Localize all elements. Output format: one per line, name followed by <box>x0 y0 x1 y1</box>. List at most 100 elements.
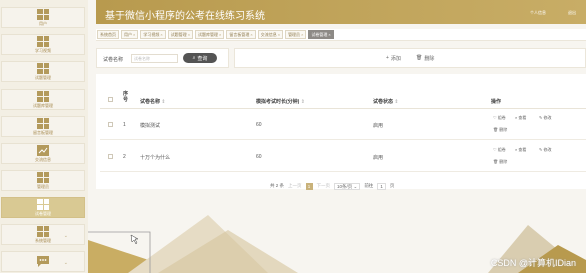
sidebar-item-label: 留言板管理 <box>33 129 53 135</box>
column-header-name[interactable]: 试卷名称 ⇕ <box>140 98 166 105</box>
row-status: 启用 <box>373 155 384 161</box>
select-all-checkbox[interactable] <box>108 97 113 102</box>
tab-exchange[interactable]: 交流信息× <box>257 30 284 39</box>
sidebar-item-chat[interactable]: ⌄ <box>1 251 85 272</box>
compose-button[interactable]: ♡ 组卷 <box>493 147 506 153</box>
grid-icon <box>37 62 49 74</box>
user-info-link[interactable]: 个人信息 <box>530 10 546 16</box>
row-duration: 60 <box>256 154 262 160</box>
row-checkbox[interactable] <box>108 122 113 127</box>
watermark-text: CSDN @计算机IDian <box>490 258 576 268</box>
search-button[interactable]: ⌕ 查询 <box>183 53 217 63</box>
page-size-value: 10条/页 <box>337 183 353 189</box>
close-icon[interactable]: × <box>328 32 330 37</box>
prev-page-button[interactable]: 上一页 <box>288 183 302 189</box>
sidebar-item-admins[interactable]: 管理员 <box>1 170 85 191</box>
tab-admins[interactable]: 管理员× <box>285 30 307 39</box>
sidebar-item-exchange[interactable]: 交流信息 <box>1 143 85 164</box>
sidebar-item-label: 系统管理 <box>35 237 51 243</box>
compose-button[interactable]: ♡ 组卷 <box>493 115 506 121</box>
row-index: 2 <box>123 154 126 160</box>
tab-label: 交流信息 <box>260 32 277 37</box>
column-header-duration[interactable]: 模拟考试时长(分钟) ⇕ <box>256 98 305 105</box>
page-unit-label: 页 <box>389 183 395 188</box>
tab-question-bank[interactable]: 试题库管理× <box>195 30 225 39</box>
tab-label: 试卷管理 <box>311 32 328 37</box>
close-icon[interactable]: × <box>160 32 162 37</box>
add-button[interactable]: + 添加 <box>386 53 401 63</box>
row-status: 启用 <box>373 123 384 129</box>
header-divider <box>100 108 586 109</box>
sidebar-item-question-bank[interactable]: 试题库管理 <box>1 89 85 110</box>
next-page-button[interactable]: 下一页 <box>317 183 331 189</box>
close-icon[interactable]: × <box>301 32 303 37</box>
sidebar-item-users[interactable]: 用户 <box>1 7 85 28</box>
delete-button[interactable]: 🗑 删除 <box>493 127 507 133</box>
goto-label: 前往 <box>364 183 374 188</box>
sidebar-item-label: 试题管理 <box>35 74 51 80</box>
grid-icon <box>37 225 49 237</box>
column-header-label: 试卷状态 <box>373 99 394 105</box>
tab-label: 系统首页 <box>100 32 116 37</box>
grid-icon <box>37 35 49 47</box>
delete-button[interactable]: 🗑 删除 <box>493 159 507 165</box>
pagination: 共 2 条 上一页 1 下一页 10条/页 ⌄ 前往 1 页 <box>270 182 394 190</box>
page-size-select[interactable]: 10条/页 ⌄ <box>334 182 361 190</box>
tab-questions[interactable]: 试题管理× <box>167 30 194 39</box>
column-header-status[interactable]: 试卷状态 ⇕ <box>373 98 399 105</box>
sort-icon: ⇕ <box>394 99 399 105</box>
close-icon[interactable]: × <box>188 32 190 37</box>
close-icon[interactable]: × <box>278 32 280 37</box>
tab-home[interactable]: 系统首页 <box>97 30 119 39</box>
chevron-down-icon: ⌄ <box>63 233 68 239</box>
app-header: 基于微信小程序的公考在线练习系统 个人信息 退出 <box>96 0 586 24</box>
row-divider <box>100 171 586 172</box>
op-label: 组卷 <box>497 147 506 152</box>
row-checkbox[interactable] <box>108 154 113 159</box>
pager-total: 共 2 条 <box>270 183 285 188</box>
search-label: 试卷名称 <box>103 57 124 63</box>
column-header-ops: 操作 <box>491 99 502 105</box>
add-button-label: 添加 <box>390 55 401 62</box>
sidebar-item-label: 用户 <box>39 20 47 26</box>
op-label: 组卷 <box>497 115 506 120</box>
search-icon: ⌕ <box>192 55 196 61</box>
sidebar-item-system[interactable]: 系统管理 ⌄ <box>1 224 85 245</box>
view-button[interactable]: ⌕ 查看 <box>515 115 526 121</box>
sidebar-item-papers[interactable]: 试卷管理 <box>1 197 85 218</box>
logout-link[interactable]: 退出 <box>568 10 576 16</box>
grid-icon <box>37 8 49 20</box>
grid-icon <box>37 90 49 102</box>
page-number-button[interactable]: 1 <box>305 182 313 190</box>
tab-users[interactable]: 用户× <box>121 30 139 39</box>
goto-page-input[interactable]: 1 <box>377 182 386 190</box>
tab-label: 试题管理 <box>170 32 187 37</box>
edit-button[interactable]: ✎ 修改 <box>539 147 551 153</box>
row-index: 1 <box>123 122 126 128</box>
tab-messages[interactable]: 留言板管理× <box>226 30 256 39</box>
trend-icon <box>37 144 49 156</box>
close-icon[interactable]: × <box>133 32 135 37</box>
close-icon[interactable]: × <box>250 32 252 37</box>
sidebar-item-messages[interactable]: 留言板管理 <box>1 116 85 137</box>
tab-label: 留言板管理 <box>229 32 250 37</box>
close-icon[interactable]: × <box>219 32 221 37</box>
papers-table: 序号 试卷名称 ⇕ 模拟考试时长(分钟) ⇕ 试卷状态 ⇕ 操作 1 模拟测试 … <box>96 74 586 189</box>
search-button-label: 查询 <box>197 55 208 62</box>
search-input[interactable]: 试卷名称 <box>131 54 178 63</box>
edit-button[interactable]: ✎ 修改 <box>539 115 551 121</box>
sidebar-item-videos[interactable]: 学习视频 <box>1 34 85 55</box>
tab-videos[interactable]: 学习视频× <box>140 30 166 39</box>
tab-label: 学习视频 <box>143 32 160 37</box>
chat-icon <box>37 256 49 267</box>
row-paper-name: 模拟测试 <box>140 123 161 129</box>
op-label: 查看 <box>518 147 527 152</box>
op-label: 删除 <box>499 127 508 132</box>
tab-papers[interactable]: 试卷管理× <box>308 30 334 39</box>
tab-bar: 系统首页 用户× 学习视频× 试题管理× 试题库管理× 留言板管理× 交流信息×… <box>96 29 586 41</box>
view-button[interactable]: ⌕ 查看 <box>515 147 526 153</box>
sidebar-item-questions[interactable]: 试题管理 <box>1 61 85 82</box>
batch-delete-button[interactable]: 🗑 删除 <box>416 53 434 63</box>
column-header-label: 试卷名称 <box>140 99 161 105</box>
op-label: 删除 <box>499 159 508 164</box>
